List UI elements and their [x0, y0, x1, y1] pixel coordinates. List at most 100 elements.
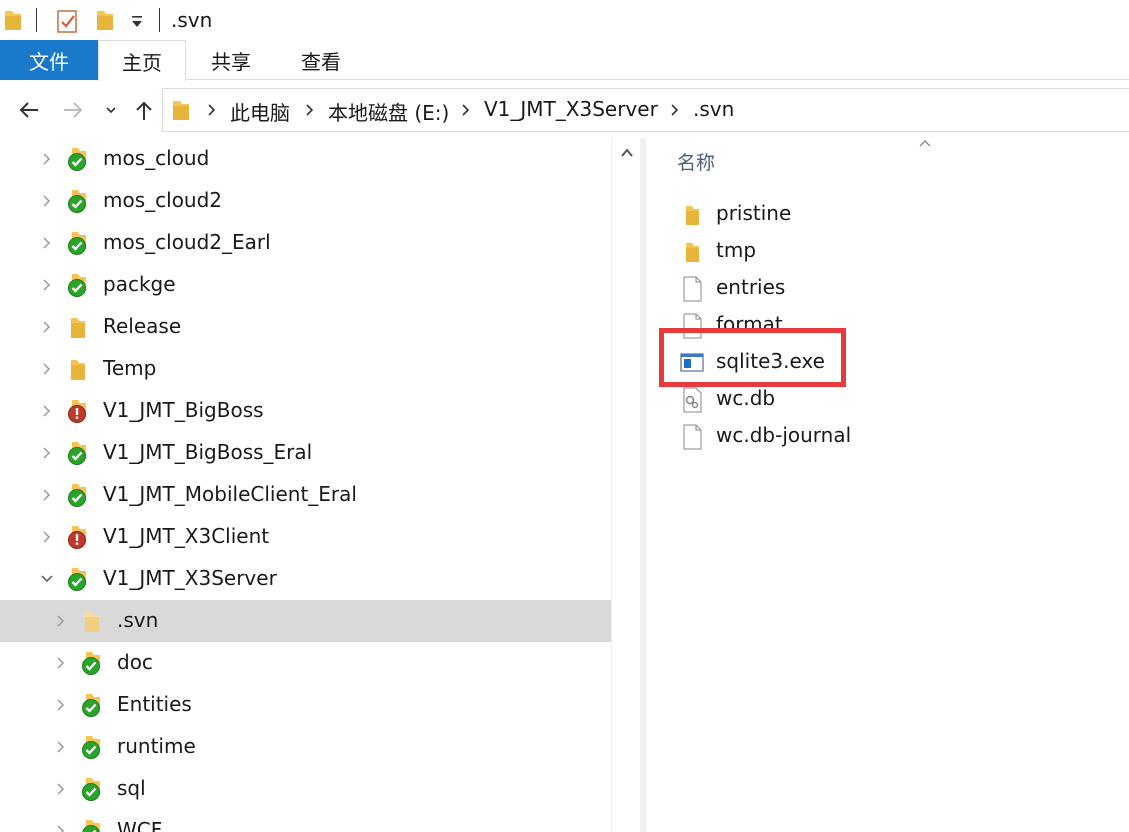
file-list-item[interactable]: pristine: [676, 196, 1116, 233]
up-button[interactable]: [131, 96, 157, 124]
tab-home[interactable]: 主页: [98, 40, 186, 81]
svn-normal-folder-icon: [66, 272, 90, 298]
file-name: tmp: [716, 238, 757, 262]
arrow-right-icon: [64, 102, 83, 118]
nav-tree-label: Release: [103, 314, 182, 338]
back-button[interactable]: [16, 96, 42, 124]
breadcrumb-this-pc[interactable]: 此电脑: [230, 97, 290, 126]
nav-tree-label: mos_cloud: [103, 146, 210, 170]
nav-tree-item[interactable]: V1_JMT_BigBoss_Eral: [0, 432, 611, 474]
nav-tree-label: V1_JMT_X3Client: [103, 524, 270, 548]
tab-file[interactable]: 文件: [0, 40, 98, 80]
breadcrumb-project[interactable]: V1_JMT_X3Server: [484, 97, 658, 121]
chevron-right-icon[interactable]: [40, 403, 54, 419]
folder-icon: [66, 314, 90, 340]
chevron-right-icon[interactable]: [40, 445, 54, 461]
nav-tree-label: Entities: [117, 692, 192, 716]
breadcrumb-current[interactable]: .svn: [693, 97, 734, 121]
chevron-right-icon[interactable]: [54, 781, 68, 797]
svn-normal-folder-icon: [66, 230, 90, 256]
nav-tree-label: V1_JMT_BigBoss: [103, 398, 264, 422]
svn-normal-folder-icon: [66, 566, 90, 592]
column-header-name[interactable]: 名称: [677, 148, 715, 175]
folder-icon: [80, 608, 104, 634]
svn-normal-folder-icon: [66, 188, 90, 214]
chevron-down-icon: [106, 107, 116, 114]
nav-tree-item[interactable]: Entities: [0, 684, 611, 726]
properties-icon[interactable]: [56, 8, 80, 38]
folder-icon: [4, 8, 22, 36]
svn-modified-folder-icon: [66, 398, 90, 424]
forward-button[interactable]: [60, 96, 86, 124]
nav-tree-label: doc: [117, 650, 153, 674]
nav-tree-label: V1_JMT_BigBoss_Eral: [103, 440, 313, 464]
chevron-right-icon[interactable]: [205, 100, 219, 120]
chevron-right-icon[interactable]: [40, 151, 54, 167]
folder-icon: [172, 98, 190, 126]
chevron-right-icon[interactable]: [40, 487, 54, 503]
nav-tree-label: runtime: [117, 734, 196, 758]
folder-icon: [680, 202, 704, 228]
nav-tree-item[interactable]: runtime: [0, 726, 611, 768]
svn-modified-folder-icon: [66, 524, 90, 550]
nav-tree-label: packge: [103, 272, 176, 296]
nav-tree-item[interactable]: V1_JMT_X3Server: [0, 558, 611, 600]
nav-tree-item[interactable]: V1_JMT_MobileClient_Eral: [0, 474, 611, 516]
nav-tree-label: mos_cloud2: [103, 188, 223, 212]
nav-tree-label: WCF: [117, 818, 163, 832]
nav-tree-item[interactable]: V1_JMT_BigBoss: [0, 390, 611, 432]
svn-normal-folder-icon: [80, 776, 104, 802]
nav-tree-label: sql: [117, 776, 146, 800]
chevron-right-icon[interactable]: [303, 100, 317, 120]
svn-normal-folder-icon: [80, 734, 104, 760]
nav-tree-item[interactable]: WCF: [0, 810, 611, 832]
nav-tree-item[interactable]: mos_cloud: [0, 138, 611, 180]
window-title: .svn: [171, 8, 213, 32]
arrow-left-icon: [19, 102, 38, 118]
chevron-right-icon[interactable]: [40, 319, 54, 335]
tab-view[interactable]: 查看: [276, 40, 366, 80]
ribbon: 文件 主页 共享 查看: [0, 40, 1129, 81]
svn-normal-folder-icon: [80, 692, 104, 718]
recent-locations-button[interactable]: [98, 96, 124, 124]
chevron-right-icon[interactable]: [40, 529, 54, 545]
chevron-right-icon[interactable]: [54, 823, 68, 832]
tab-share[interactable]: 共享: [186, 40, 276, 80]
chevron-down-icon[interactable]: [40, 571, 54, 587]
file-icon: [680, 424, 704, 450]
svn-normal-folder-icon: [66, 482, 90, 508]
chevron-right-icon[interactable]: [40, 277, 54, 293]
nav-tree-item[interactable]: Release: [0, 306, 611, 348]
file-list-item[interactable]: wc.db-journal: [676, 418, 1116, 455]
nav-tree-item[interactable]: V1_JMT_X3Client: [0, 516, 611, 558]
nav-tree-item[interactable]: Temp: [0, 348, 611, 390]
chevron-right-icon[interactable]: [40, 235, 54, 251]
nav-tree-label: .svn: [117, 608, 159, 632]
nav-tree-item[interactable]: .svn: [0, 600, 611, 642]
highlight-annotation: [659, 328, 846, 387]
chevron-right-icon[interactable]: [54, 613, 68, 629]
new-folder-icon[interactable]: [96, 8, 114, 36]
file-list-item[interactable]: tmp: [676, 233, 1116, 270]
nav-tree-item[interactable]: packge: [0, 264, 611, 306]
nav-tree-item[interactable]: mos_cloud2_Earl: [0, 222, 611, 264]
file-list-item[interactable]: entries: [676, 270, 1116, 307]
scroll-up-icon[interactable]: [620, 146, 634, 160]
file-name: wc.db: [716, 386, 776, 410]
file-icon: [680, 276, 704, 302]
chevron-right-icon[interactable]: [54, 739, 68, 755]
db-file-icon: [680, 387, 704, 413]
nav-tree-item[interactable]: doc: [0, 642, 611, 684]
customize-toolbar-dropdown-icon[interactable]: [130, 14, 144, 33]
chevron-right-icon[interactable]: [40, 193, 54, 209]
file-name: wc.db-journal: [716, 423, 852, 447]
chevron-right-icon[interactable]: [668, 100, 682, 120]
chevron-right-icon[interactable]: [54, 697, 68, 713]
chevron-right-icon[interactable]: [54, 655, 68, 671]
nav-tree-item[interactable]: sql: [0, 768, 611, 810]
chevron-right-icon[interactable]: [40, 361, 54, 377]
breadcrumb-local-disk[interactable]: 本地磁盘 (E:): [328, 97, 449, 126]
nav-scrollbar[interactable]: [611, 138, 640, 832]
chevron-right-icon[interactable]: [459, 100, 473, 120]
nav-tree-item[interactable]: mos_cloud2: [0, 180, 611, 222]
